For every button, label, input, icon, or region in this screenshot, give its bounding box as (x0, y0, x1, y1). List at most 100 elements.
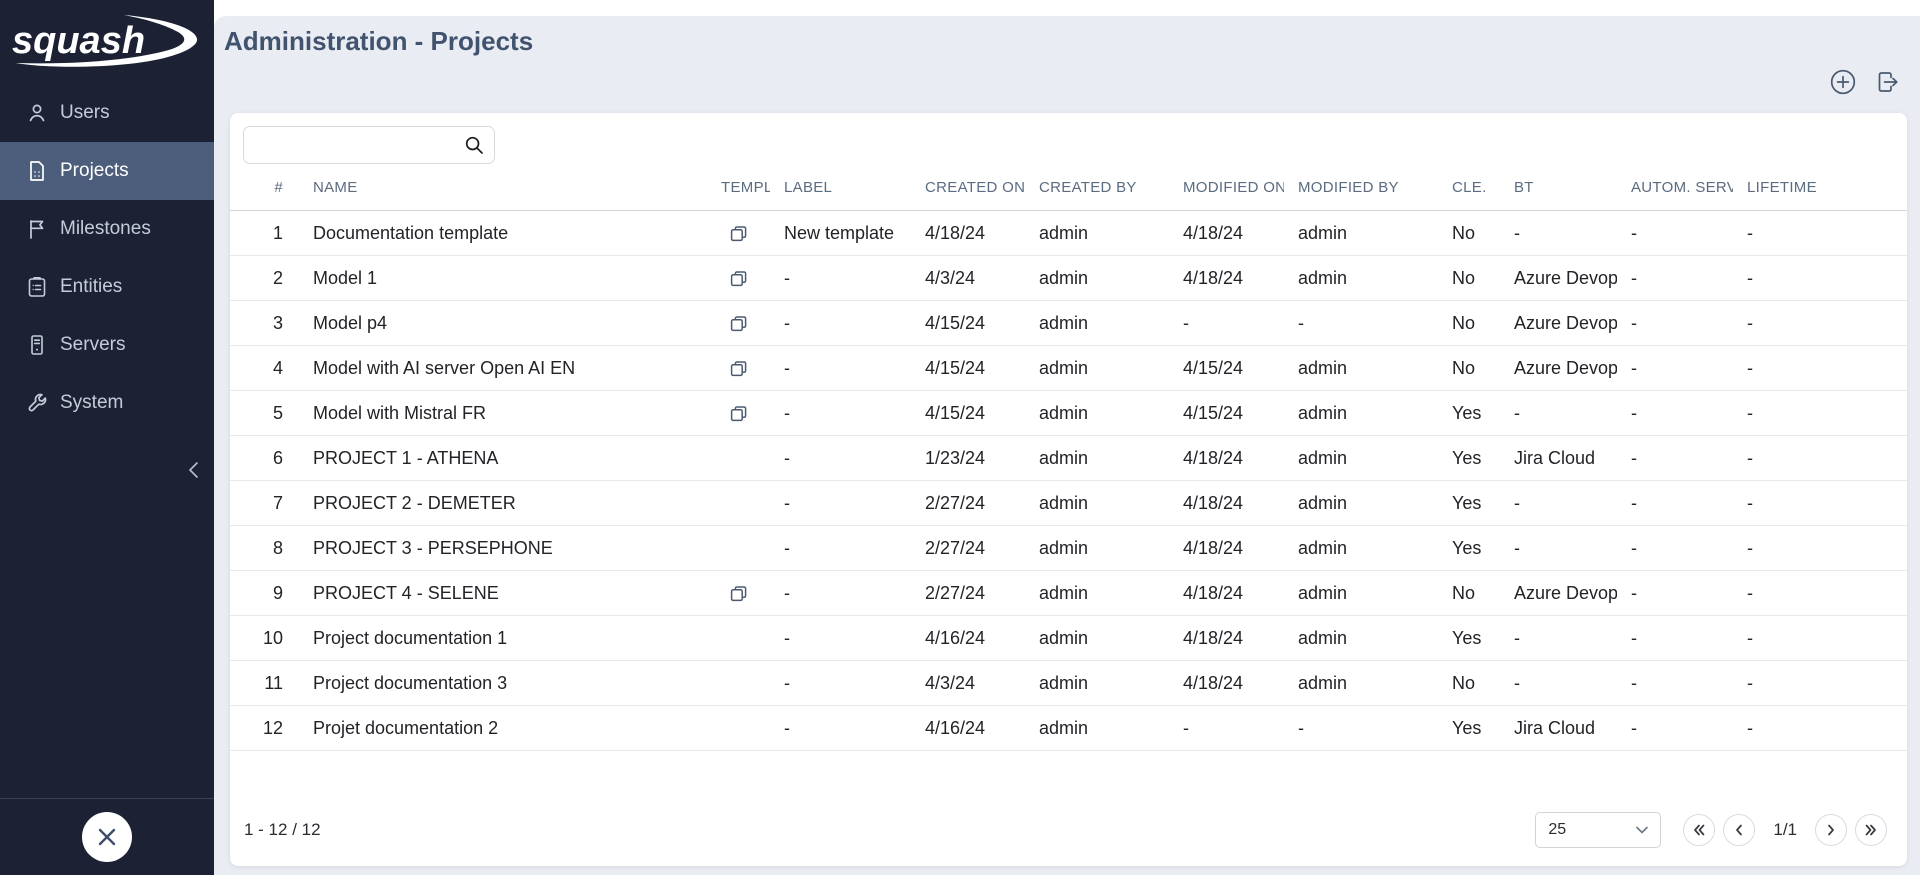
chevron-left-icon (1732, 823, 1746, 837)
cell-created_on: 4/15/24 (911, 391, 1025, 436)
column-header-modified-on[interactable]: MODIFIED ON (1169, 164, 1284, 211)
cell-name: Model with AI server Open AI EN (283, 346, 707, 391)
table-row[interactable]: 6PROJECT 1 - ATHENA-1/23/24admin4/18/24a… (230, 436, 1907, 481)
table-row[interactable]: 11Project documentation 3-4/3/24admin4/1… (230, 661, 1907, 706)
add-project-button[interactable] (1828, 67, 1858, 97)
cell-modified_on: 4/15/24 (1169, 391, 1284, 436)
sidebar-item-servers[interactable]: Servers (0, 316, 214, 374)
prev-page-button[interactable] (1723, 814, 1755, 846)
table-row[interactable]: 1Documentation template New template4/18… (230, 211, 1907, 256)
cell-created_by: admin (1025, 436, 1169, 481)
wrench-icon (25, 391, 49, 415)
first-page-button[interactable] (1683, 814, 1715, 846)
cell-created_by: admin (1025, 616, 1169, 661)
cell-modified_on: 4/18/24 (1169, 481, 1284, 526)
table-row[interactable]: 7PROJECT 2 - DEMETER-2/27/24admin4/18/24… (230, 481, 1907, 526)
page-size-select[interactable]: 25 (1535, 812, 1661, 848)
column-header-bt[interactable]: BT (1500, 164, 1617, 211)
cell-template (707, 301, 770, 346)
cell-cle: Yes (1438, 526, 1500, 571)
squash-logo-icon: squash (10, 11, 200, 73)
cell-label: - (770, 391, 911, 436)
cell-template (707, 436, 770, 481)
cell-label: - (770, 256, 911, 301)
cell-modified_on: 4/18/24 (1169, 436, 1284, 481)
sidebar-item-users[interactable]: Users (0, 84, 214, 142)
column-header-cle[interactable]: CLE. (1438, 164, 1500, 211)
cell-label: - (770, 661, 911, 706)
page-title: Administration - Projects (224, 26, 533, 57)
cell-name: PROJECT 4 - SELENE (283, 571, 707, 616)
cell-label: - (770, 346, 911, 391)
column-header-name[interactable]: NAME (283, 164, 707, 211)
column-header-label[interactable]: LABEL (770, 164, 911, 211)
cell-modified_by: admin (1284, 616, 1438, 661)
sidebar-item-entities[interactable]: Entities (0, 258, 214, 316)
cell-modified_on: 4/18/24 (1169, 256, 1284, 301)
table-row[interactable]: 5Model with Mistral FR -4/15/24admin4/15… (230, 391, 1907, 436)
column-header-[interactable]: # (230, 164, 283, 211)
cell-created_by: admin (1025, 706, 1169, 751)
cell-lifetime: - (1733, 616, 1907, 661)
cell-created_on: 4/18/24 (911, 211, 1025, 256)
cell-cle: Yes (1438, 616, 1500, 661)
table-row[interactable]: 4Model with AI server Open AI EN -4/15/2… (230, 346, 1907, 391)
column-header-created-by[interactable]: CREATED BY (1025, 164, 1169, 211)
cell-name: Model with Mistral FR (283, 391, 707, 436)
cell-autom_serv: - (1617, 301, 1733, 346)
table-row[interactable]: 3Model p4 -4/15/24admin--NoAzure Devops-… (230, 301, 1907, 346)
table-row[interactable]: 12Projet documentation 2-4/16/24admin--Y… (230, 706, 1907, 751)
cell-created_by: admin (1025, 211, 1169, 256)
column-header-modified-by[interactable]: MODIFIED BY (1284, 164, 1438, 211)
cell-autom_serv: - (1617, 526, 1733, 571)
table-header-row: #NAMETEMPL.LABELCREATED ONCREATED BYMODI… (230, 164, 1907, 211)
cell-num: 9 (230, 571, 283, 616)
search-icon[interactable] (464, 135, 484, 155)
export-button[interactable] (1874, 68, 1904, 98)
cell-created_on: 4/15/24 (911, 301, 1025, 346)
last-page-button[interactable] (1855, 814, 1887, 846)
cell-bt: Azure Devops (1500, 346, 1617, 391)
column-header-autom-serv[interactable]: AUTOM. SERV. (1617, 164, 1733, 211)
column-header-lifetime[interactable]: LIFETIME (1733, 164, 1907, 211)
cell-template (707, 211, 770, 256)
cell-lifetime: - (1733, 661, 1907, 706)
cell-modified_on: - (1169, 706, 1284, 751)
cell-autom_serv: - (1617, 391, 1733, 436)
column-header-templ[interactable]: TEMPL. (707, 164, 770, 211)
search-input[interactable] (243, 126, 495, 164)
sidebar-collapse-button[interactable] (184, 458, 208, 482)
template-icon (729, 314, 748, 333)
cell-autom_serv: - (1617, 706, 1733, 751)
column-header-created-on[interactable]: CREATED ON (911, 164, 1025, 211)
search-field (243, 126, 495, 164)
sidebar-item-system[interactable]: System (0, 374, 214, 432)
cell-template (707, 256, 770, 301)
cell-cle: Yes (1438, 481, 1500, 526)
sidebar-item-label: Entities (60, 276, 122, 298)
cell-num: 1 (230, 211, 283, 256)
cell-lifetime: - (1733, 346, 1907, 391)
cell-name: PROJECT 2 - DEMETER (283, 481, 707, 526)
cell-label: - (770, 436, 911, 481)
table-row[interactable]: 10Project documentation 1-4/16/24admin4/… (230, 616, 1907, 661)
cell-bt: - (1500, 211, 1617, 256)
cell-created_on: 2/27/24 (911, 571, 1025, 616)
cell-autom_serv: - (1617, 211, 1733, 256)
close-admin-button[interactable] (82, 812, 132, 862)
chevron-left-icon (184, 458, 204, 482)
cell-modified_by: admin (1284, 346, 1438, 391)
table-row[interactable]: 2Model 1 -4/3/24admin4/18/24adminNoAzure… (230, 256, 1907, 301)
sidebar-item-projects[interactable]: Projects (0, 142, 214, 200)
cell-template (707, 706, 770, 751)
projects-table: #NAMETEMPL.LABELCREATED ONCREATED BYMODI… (230, 164, 1907, 751)
export-icon (1874, 68, 1902, 96)
next-page-button[interactable] (1815, 814, 1847, 846)
cell-name: PROJECT 1 - ATHENA (283, 436, 707, 481)
sidebar-item-label: Projects (60, 160, 129, 182)
cell-created_by: admin (1025, 481, 1169, 526)
cell-num: 4 (230, 346, 283, 391)
table-row[interactable]: 8PROJECT 3 - PERSEPHONE-2/27/24admin4/18… (230, 526, 1907, 571)
table-row[interactable]: 9PROJECT 4 - SELENE -2/27/24admin4/18/24… (230, 571, 1907, 616)
sidebar-item-milestones[interactable]: Milestones (0, 200, 214, 258)
